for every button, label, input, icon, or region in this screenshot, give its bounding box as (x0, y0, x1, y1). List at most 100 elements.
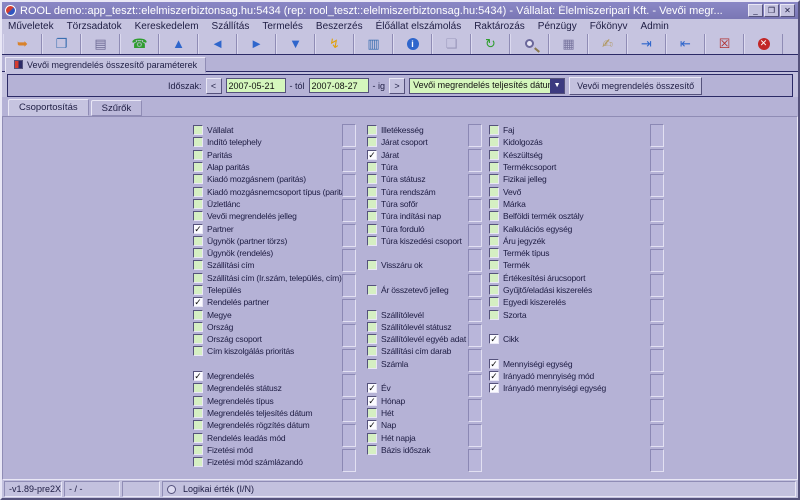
checkbox-alap-paritas[interactable] (193, 162, 203, 172)
menu-item-penzugy[interactable]: Pénzügy (538, 21, 577, 32)
import-table-button[interactable]: ⇤ (666, 34, 705, 54)
period-next-button[interactable]: > (389, 78, 405, 94)
delete-table-button[interactable]: ☒ (705, 34, 744, 54)
checkbox-vevo[interactable] (489, 187, 499, 197)
checkbox-het-napja[interactable] (367, 433, 377, 443)
checkbox-termek[interactable] (489, 260, 499, 270)
first-record-button[interactable]: ▲ (159, 34, 198, 54)
menu-item-muveletek[interactable]: Műveletek (8, 21, 54, 32)
tab-szurok[interactable]: Szűrők (91, 100, 143, 116)
checkbox-szallitasi-cim-ir-szam-telepules-cim[interactable] (193, 273, 203, 283)
checkbox-tura-inditasi-nap[interactable] (367, 211, 377, 221)
checkbox-szallitolevel[interactable] (367, 310, 377, 320)
tab-parameters[interactable]: Vevői megrendelés összesítő paraméterek (5, 57, 206, 73)
checkbox-ertekesitesi-arucsoport[interactable] (489, 273, 499, 283)
checkbox-egyedi-kiszereles[interactable] (489, 297, 499, 307)
checkbox-tura-rendszam[interactable] (367, 187, 377, 197)
period-to-input[interactable] (309, 78, 369, 93)
checkbox-szallitasi-cim[interactable] (193, 260, 203, 270)
checkbox-uzletlanc[interactable] (193, 199, 203, 209)
checkbox-kiado-mozgasnemcsoport-tipus-paritas[interactable] (193, 187, 203, 197)
checkbox-termekcsoport[interactable] (489, 162, 499, 172)
checkbox-cikk[interactable]: ✓ (489, 334, 499, 344)
checkbox-aru-jegyzek[interactable] (489, 236, 499, 246)
menu-item-eloallat-elszamolas[interactable]: Élőállat elszámolás (376, 21, 462, 32)
checkbox-visszaru-ok[interactable] (367, 260, 377, 270)
checkbox-orszag-csoport[interactable] (193, 334, 203, 344)
search-button[interactable] (510, 34, 549, 54)
checkbox-fizikai-jelleg[interactable] (489, 174, 499, 184)
checkbox-szallitasi-cim-darab[interactable] (367, 346, 377, 356)
checkbox-nap[interactable]: ✓ (367, 420, 377, 430)
execute-button[interactable]: ↯ (315, 34, 354, 54)
info-button[interactable]: i (393, 34, 432, 54)
checkbox-megrendeles-rogzites-datum[interactable] (193, 420, 203, 430)
chevron-down-icon[interactable]: ▼ (550, 79, 564, 93)
checkbox-tura-kiszedesi-csoport[interactable] (367, 236, 377, 246)
checkbox-gyujto-eladasi-kiszereles[interactable] (489, 285, 499, 295)
previous-record-button[interactable]: ◄ (198, 34, 237, 54)
checkbox-szallitolevel-statusz[interactable] (367, 322, 377, 332)
checkbox-termek-tipus[interactable] (489, 248, 499, 258)
checkbox-megrendeles-teljesites-datum[interactable] (193, 408, 203, 418)
last-record-button[interactable]: ▼ (276, 34, 315, 54)
checkbox-fizetesi-mod-szamlazando[interactable] (193, 457, 203, 467)
menu-item-kereskedelem[interactable]: Kereskedelem (135, 21, 199, 32)
run-summary-button[interactable]: Vevői megrendelés összesítő (569, 77, 702, 95)
checkbox-szamla[interactable] (367, 359, 377, 369)
checkbox-fizetesi-mod[interactable] (193, 445, 203, 455)
checkbox-szorta[interactable] (489, 310, 499, 320)
menu-item-raktarozas[interactable]: Raktározás (474, 21, 525, 32)
checkbox-kiado-mozgasnem-paritas[interactable] (193, 174, 203, 184)
checkbox-mennyisegi-egyseg[interactable]: ✓ (489, 359, 499, 369)
checkbox-tura-statusz[interactable] (367, 174, 377, 184)
checkbox-iranyado-mennyiseg-mod[interactable]: ✓ (489, 371, 499, 381)
menu-item-termeles[interactable]: Termelés (262, 21, 303, 32)
period-prev-button[interactable]: < (206, 78, 222, 94)
checkbox-vevoi-megrendeles-jelleg[interactable] (193, 211, 203, 221)
refresh-button[interactable]: ↻ (471, 34, 510, 54)
checkbox-iranyado-mennyisegi-egyseg[interactable]: ✓ (489, 383, 499, 393)
checkbox-megrendeles-tipus[interactable] (193, 396, 203, 406)
stamp-button[interactable]: ✍ (588, 34, 627, 54)
checkbox-ugynok-partner-torzs[interactable] (193, 236, 203, 246)
period-from-input[interactable] (226, 78, 286, 93)
checkbox-vallalat[interactable] (193, 125, 203, 135)
period-mode-select[interactable]: Vevői megrendelés teljesítés dátum ▼ (409, 78, 565, 94)
checkbox-kalkulacios-egyseg[interactable] (489, 224, 499, 234)
checkbox-tura-sofor[interactable] (367, 199, 377, 209)
connect-phone-button[interactable]: ☎ (120, 34, 159, 54)
menu-item-beszerzes[interactable]: Beszerzés (316, 21, 363, 32)
checkbox-het[interactable] (367, 408, 377, 418)
checkbox-megrendeles-statusz[interactable] (193, 383, 203, 393)
menu-item-admin[interactable]: Admin (641, 21, 669, 32)
checkbox-paritas[interactable] (193, 150, 203, 160)
checkbox-ar-osszetevo-jelleg[interactable] (367, 285, 377, 295)
checkbox-telepules[interactable] (193, 285, 203, 295)
checkbox-belfoldi-termek-osztaly[interactable] (489, 211, 499, 221)
checkbox-orszag[interactable] (193, 322, 203, 332)
menu-item-szallitas[interactable]: Szállítás (212, 21, 250, 32)
close-button[interactable]: ✕ (780, 4, 795, 17)
checkbox-illetekesseg[interactable] (367, 125, 377, 135)
grid-button[interactable]: ▦ (549, 34, 588, 54)
menu-item-torzsadatok[interactable]: Törzsadatok (67, 21, 122, 32)
checkbox-indito-telephely[interactable] (193, 137, 203, 147)
database-button[interactable]: ▥ (354, 34, 393, 54)
checkbox-ev[interactable]: ✓ (367, 383, 377, 393)
checkbox-tura-fordulo[interactable] (367, 224, 377, 234)
checkbox-kidolgozas[interactable] (489, 137, 499, 147)
checkbox-megrendeles[interactable]: ✓ (193, 371, 203, 381)
checkbox-rendeles-partner[interactable]: ✓ (193, 297, 203, 307)
checkbox-cim-kiszolgalas-prioritas[interactable] (193, 346, 203, 356)
exit-button[interactable]: ➥ (3, 34, 42, 54)
checkbox-marka[interactable] (489, 199, 499, 209)
checkbox-jarat[interactable]: ✓ (367, 150, 377, 160)
checkbox-honap[interactable]: ✓ (367, 396, 377, 406)
checkbox-rendeles-leadas-mod[interactable] (193, 433, 203, 443)
form-button[interactable]: ❏ (432, 34, 471, 54)
next-record-button[interactable]: ► (237, 34, 276, 54)
save-button[interactable]: ▤ (81, 34, 120, 54)
checkbox-keszultseg[interactable] (489, 150, 499, 160)
open-folder-button[interactable]: ❐ (42, 34, 81, 54)
